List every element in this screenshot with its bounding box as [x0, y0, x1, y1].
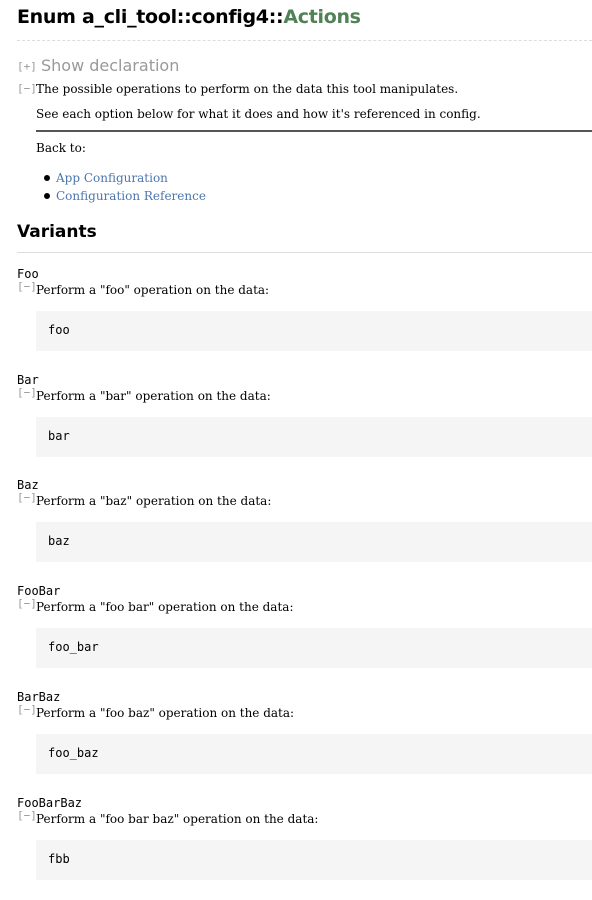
collapse-toggle[interactable]: [−] [17, 703, 37, 716]
variant-description: Perform a "foo bar baz" operation on the… [36, 812, 319, 826]
divider [36, 130, 592, 132]
variant-description: Perform a "foo baz" operation on the dat… [36, 706, 295, 720]
variant-name[interactable]: Bar [17, 373, 39, 387]
code-block: bar [36, 417, 592, 457]
item-name[interactable]: Actions [283, 6, 361, 28]
page-title: Enum a_cli_tool::config4::Actions [17, 6, 592, 41]
code-block: foo_bar [36, 628, 592, 668]
collapse-toggle[interactable]: [−] [17, 491, 37, 504]
variants-heading[interactable]: Variants [17, 222, 592, 253]
code-text: foo [48, 323, 70, 337]
code-block: foo [36, 311, 592, 351]
code-block: foo_baz [36, 734, 592, 774]
code-text: fbb [48, 852, 70, 866]
code-block: baz [36, 522, 592, 562]
back-to-label: Back to: [36, 141, 86, 155]
variant-name[interactable]: FooBar [17, 584, 60, 598]
bullet-icon [44, 193, 50, 199]
configuration-reference-link[interactable]: Configuration Reference [56, 189, 206, 203]
variant-description: Perform a "bar" operation on the data: [36, 389, 271, 403]
list-item: App Configuration [36, 170, 206, 188]
show-declaration-link[interactable]: Show declaration [41, 56, 179, 75]
variant-name[interactable]: Baz [17, 478, 39, 492]
back-to-links: App Configuration Configuration Referenc… [36, 170, 206, 206]
collapse-toggle[interactable]: [−] [17, 809, 37, 822]
code-text: foo_baz [48, 746, 99, 760]
expand-toggle[interactable]: [+] [17, 60, 37, 73]
list-item: Configuration Reference [36, 188, 206, 206]
variant-description: Perform a "foo" operation on the data: [36, 283, 270, 297]
variant-description: Perform a "foo bar" operation on the dat… [36, 600, 294, 614]
code-text: baz [48, 534, 70, 548]
item-path[interactable]: a_cli_tool::config4:: [82, 6, 284, 28]
collapse-toggle[interactable]: [−] [17, 82, 37, 95]
variant-name[interactable]: BarBaz [17, 690, 60, 704]
doc-paragraph: See each option below for what it does a… [36, 107, 481, 121]
bullet-icon [44, 175, 50, 181]
code-text: bar [48, 429, 70, 443]
app-configuration-link[interactable]: App Configuration [56, 171, 168, 185]
collapse-toggle[interactable]: [−] [17, 280, 37, 293]
collapse-toggle[interactable]: [−] [17, 386, 37, 399]
code-block: fbb [36, 840, 592, 880]
collapse-toggle[interactable]: [−] [17, 597, 37, 610]
variant-name[interactable]: FooBarBaz [17, 796, 82, 810]
variant-description: Perform a "baz" operation on the data: [36, 494, 272, 508]
code-text: foo_bar [48, 640, 99, 654]
variant-name[interactable]: Foo [17, 267, 39, 281]
doc-paragraph: The possible operations to perform on th… [36, 82, 459, 96]
item-kind: Enum [17, 6, 76, 28]
